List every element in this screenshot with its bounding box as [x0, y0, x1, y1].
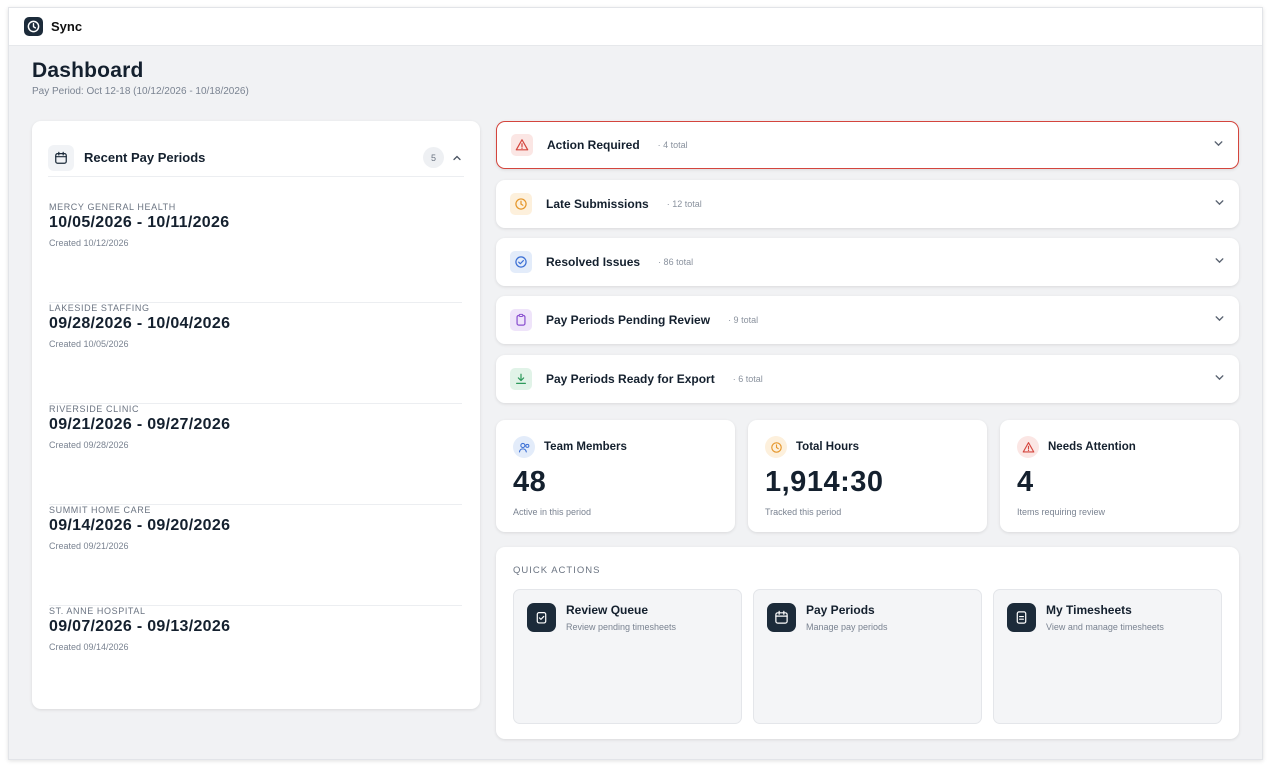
calendar-icon: [48, 144, 74, 171]
stat-team-members: Team Members 48 Active in this period: [496, 420, 735, 532]
stat-desc: Active in this period: [513, 507, 592, 517]
section-action-required[interactable]: Action Required · 4 total: [496, 121, 1239, 169]
quick-action-label: My Timesheets: [1046, 603, 1132, 617]
section-count: · 9 total: [728, 315, 759, 325]
clipboard-icon: [510, 309, 532, 331]
stat-label: Needs Attention: [1048, 441, 1136, 453]
quick-action-desc: View and manage timesheets: [1046, 622, 1164, 632]
quick-action-label: Review Queue: [566, 603, 649, 617]
section-title: Late Submissions: [546, 197, 649, 211]
quick-action-desc: Review pending timesheets: [566, 622, 677, 632]
document-icon: [1007, 603, 1036, 632]
users-icon: [513, 436, 535, 458]
app-frame: Sync Dashboard Pay Period: Oct 12-18 (10…: [8, 7, 1263, 760]
clock-icon: [510, 193, 532, 215]
period-org: LAKESIDE STAFFING: [49, 303, 150, 313]
download-icon: [510, 368, 532, 390]
section-ready-for-export[interactable]: Pay Periods Ready for Export · 6 total: [496, 355, 1239, 403]
warning-icon: [511, 134, 533, 156]
section-count: · 6 total: [732, 374, 763, 384]
chevron-down-icon[interactable]: [1214, 195, 1225, 213]
quick-action-desc: Manage pay periods: [806, 622, 888, 632]
section-count: · 12 total: [666, 199, 702, 209]
chevron-down-icon[interactable]: [1214, 311, 1225, 329]
list-item[interactable]: LAKESIDE STAFFING 09/28/2026 - 10/04/202…: [49, 303, 462, 404]
period-org: SUMMIT HOME CARE: [49, 505, 151, 515]
page-title: Dashboard: [32, 59, 144, 82]
period-range: 09/28/2026 - 10/04/2026: [49, 315, 231, 332]
top-bar: Sync: [9, 8, 1262, 46]
period-org: ST. ANNE HOSPITAL: [49, 606, 146, 616]
app-name: Sync: [51, 19, 83, 34]
stat-total-hours: Total Hours 1,914:30 Tracked this period: [748, 420, 987, 532]
stat-label: Total Hours: [796, 441, 860, 453]
period-created: Created 10/12/2026: [49, 238, 129, 248]
period-created: Created 09/21/2026: [49, 541, 129, 551]
list-item[interactable]: SUMMIT HOME CARE 09/14/2026 - 09/20/2026…: [49, 505, 462, 606]
section-count: · 4 total: [657, 140, 688, 150]
quick-actions-title: QUICK ACTIONS: [513, 565, 601, 576]
quick-action-my-timesheets[interactable]: My Timesheets View and manage timesheets: [993, 589, 1222, 724]
period-org: RIVERSIDE CLINIC: [49, 404, 140, 414]
section-resolved-issues[interactable]: Resolved Issues · 86 total: [496, 238, 1239, 286]
quick-action-review-queue[interactable]: Review Queue Review pending timesheets: [513, 589, 742, 724]
quick-action-label: Pay Periods: [806, 603, 875, 617]
list-item[interactable]: RIVERSIDE CLINIC 09/21/2026 - 09/27/2026…: [49, 404, 462, 505]
stat-desc: Tracked this period: [765, 507, 842, 517]
recent-pay-periods-title: Recent Pay Periods: [84, 150, 206, 165]
list-item[interactable]: ST. ANNE HOSPITAL 09/07/2026 - 09/13/202…: [49, 606, 462, 707]
section-title: Pay Periods Pending Review: [546, 313, 711, 327]
page-subtitle: Pay Period: Oct 12-18 (10/12/2026 - 10/1…: [32, 86, 249, 97]
quick-actions-panel: QUICK ACTIONS Review Queue Review pendin…: [496, 547, 1239, 739]
stat-value: 48: [513, 466, 547, 498]
period-range: 09/07/2026 - 09/13/2026: [49, 618, 231, 635]
clock-icon: [765, 436, 787, 458]
check-circle-icon: [510, 251, 532, 273]
stat-value: 1,914:30: [765, 466, 884, 498]
stat-value: 4: [1017, 466, 1034, 498]
period-created: Created 09/28/2026: [49, 440, 129, 450]
recent-pay-periods-header[interactable]: Recent Pay Periods 5: [48, 139, 464, 177]
stat-desc: Items requiring review: [1017, 507, 1106, 517]
clock-logo-icon[interactable]: [24, 17, 43, 36]
stat-needs-attention: Needs Attention 4 Items requiring review: [1000, 420, 1239, 532]
clipboard-check-icon: [527, 603, 556, 632]
section-title: Action Required: [547, 138, 640, 152]
list-item[interactable]: MERCY GENERAL HEALTH 10/05/2026 - 10/11/…: [49, 202, 462, 303]
section-title: Pay Periods Ready for Export: [546, 372, 715, 386]
count-badge: 5: [423, 147, 444, 168]
period-range: 09/14/2026 - 09/20/2026: [49, 517, 231, 534]
stat-label: Team Members: [544, 441, 627, 453]
period-range: 10/05/2026 - 10/11/2026: [49, 214, 230, 231]
warning-icon: [1017, 436, 1039, 458]
section-count: · 86 total: [658, 257, 694, 267]
calendar-icon: [767, 603, 796, 632]
chevron-down-icon[interactable]: [1214, 370, 1225, 388]
period-created: Created 10/05/2026: [49, 339, 129, 349]
recent-pay-periods-panel: Recent Pay Periods 5 MERCY GENERAL HEALT…: [32, 121, 480, 709]
period-created: Created 09/14/2026: [49, 642, 129, 652]
quick-action-pay-periods[interactable]: Pay Periods Manage pay periods: [753, 589, 982, 724]
section-title: Resolved Issues: [546, 255, 641, 269]
chevron-down-icon[interactable]: [1213, 136, 1224, 154]
period-range: 09/21/2026 - 09/27/2026: [49, 416, 231, 433]
section-pending-review[interactable]: Pay Periods Pending Review · 9 total: [496, 296, 1239, 344]
chevron-up-icon[interactable]: [450, 151, 464, 165]
period-org: MERCY GENERAL HEALTH: [49, 202, 176, 212]
chevron-down-icon[interactable]: [1214, 253, 1225, 271]
section-late-submissions[interactable]: Late Submissions · 12 total: [496, 180, 1239, 228]
